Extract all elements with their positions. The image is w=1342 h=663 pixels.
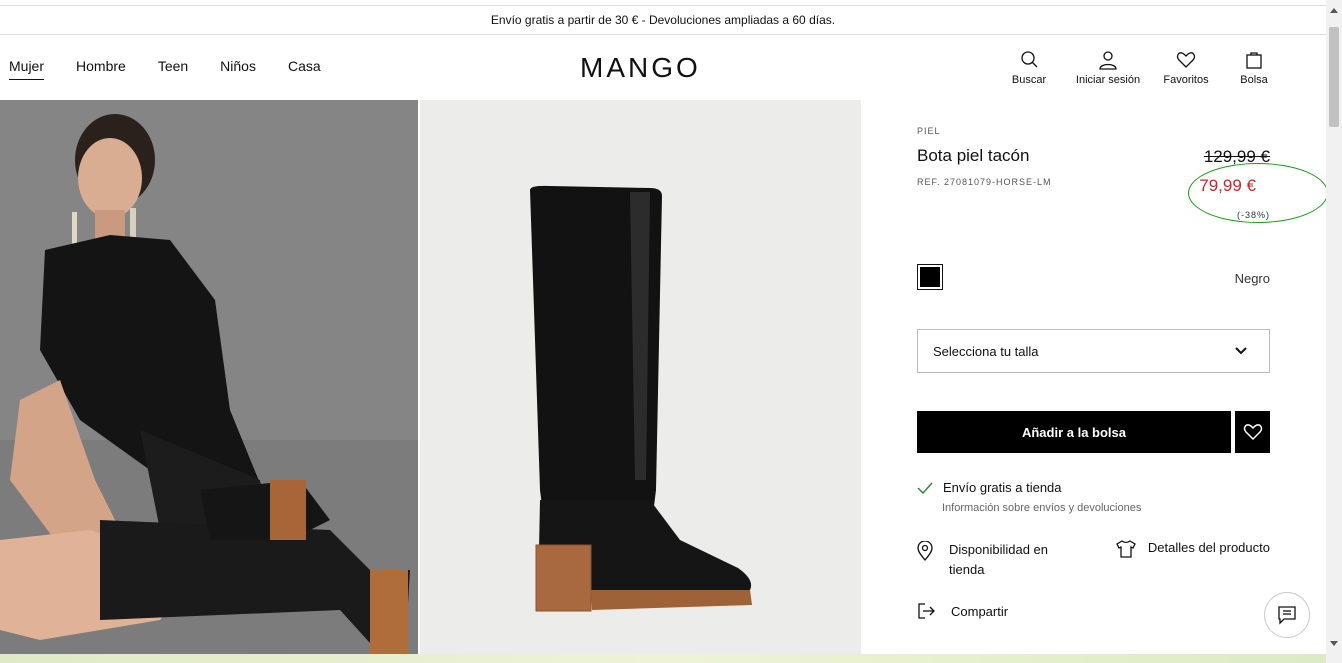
add-to-favorites-button[interactable] xyxy=(1235,411,1270,453)
header: Mujer Hombre Teen Niños Casa MANGO Busca… xyxy=(0,36,1326,100)
share-icon xyxy=(918,603,935,619)
share-label: Compartir xyxy=(951,603,1009,619)
details-label: Detalles del producto xyxy=(1147,540,1270,555)
header-tools: Buscar Iniciar sesión Favoritos Bolsa xyxy=(1006,50,1274,86)
user-icon xyxy=(1099,51,1117,70)
bag-button[interactable]: Bolsa xyxy=(1234,50,1274,86)
heart-icon xyxy=(1176,52,1196,68)
promo-bar: Envío gratis a partir de 30 € - Devoluci… xyxy=(0,5,1326,35)
product-image-boot[interactable] xyxy=(420,100,861,654)
product-title: Bota piel tacón xyxy=(917,146,1030,165)
scrollbar[interactable] xyxy=(1326,0,1342,663)
shipping-note: Envío gratis a tienda xyxy=(917,480,1062,495)
model-photo xyxy=(0,100,418,654)
bag-label: Bolsa xyxy=(1240,74,1268,86)
logo[interactable]: MANGO xyxy=(580,52,701,84)
favorites-button[interactable]: Favoritos xyxy=(1156,50,1216,86)
share-button[interactable]: Compartir xyxy=(917,602,1008,620)
nav-item-ninos[interactable]: Niños xyxy=(220,58,256,80)
highlight-circle xyxy=(1188,163,1328,223)
chevron-down-icon xyxy=(1235,347,1247,355)
login-button[interactable]: Iniciar sesión xyxy=(1070,50,1146,86)
boot-photo xyxy=(420,100,861,654)
nav-item-teen[interactable]: Teen xyxy=(158,58,188,80)
scrollbar-thumb[interactable] xyxy=(1329,27,1339,127)
color-name: Negro xyxy=(1234,271,1270,286)
add-to-bag-button[interactable]: Añadir a la bolsa xyxy=(917,411,1231,453)
chat-icon xyxy=(1278,606,1296,625)
login-label: Iniciar sesión xyxy=(1075,74,1141,86)
color-swatch-black[interactable] xyxy=(917,264,943,290)
scroll-down-arrow[interactable] xyxy=(1330,641,1338,646)
bottom-strip xyxy=(0,654,1326,663)
scroll-up-arrow[interactable] xyxy=(1330,8,1338,13)
check-icon xyxy=(917,481,933,494)
add-to-bag-label: Añadir a la bolsa xyxy=(1021,424,1127,440)
heart-icon xyxy=(1243,424,1262,441)
nav-item-casa[interactable]: Casa xyxy=(288,58,321,80)
availability-label: Disponibilidad en tienda xyxy=(949,542,1049,577)
favorites-label: Favoritos xyxy=(1163,74,1209,86)
product-category: PIEL xyxy=(917,126,941,136)
search-button[interactable]: Buscar xyxy=(1006,50,1052,86)
shirt-icon xyxy=(1116,540,1136,558)
search-label: Buscar xyxy=(1011,74,1047,86)
product-details-link[interactable]: Detalles del producto xyxy=(1116,540,1270,558)
nav-item-mujer[interactable]: Mujer xyxy=(9,58,45,80)
promo-text: Envío gratis a partir de 30 € - Devoluci… xyxy=(490,13,836,27)
shipping-text: Envío gratis a tienda xyxy=(943,480,1062,495)
main-nav: Mujer Hombre Teen Niños Casa xyxy=(9,58,353,80)
product-ref: REF. 27081079-HORSE-LM xyxy=(917,177,1052,187)
chat-button[interactable] xyxy=(1264,592,1310,638)
size-select[interactable]: Selecciona tu talla xyxy=(917,329,1270,373)
nav-item-hombre[interactable]: Hombre xyxy=(76,58,126,80)
store-availability-link[interactable]: Disponibilidad en tienda xyxy=(917,540,1069,580)
location-pin-icon xyxy=(917,541,933,561)
size-select-placeholder: Selecciona tu talla xyxy=(933,343,1039,359)
swatch-fill xyxy=(920,267,940,287)
product-image-model[interactable] xyxy=(0,100,418,654)
bag-icon xyxy=(1246,52,1262,69)
search-icon xyxy=(1021,51,1038,68)
shipping-info-link[interactable]: Información sobre envíos y devoluciones xyxy=(942,502,1141,514)
